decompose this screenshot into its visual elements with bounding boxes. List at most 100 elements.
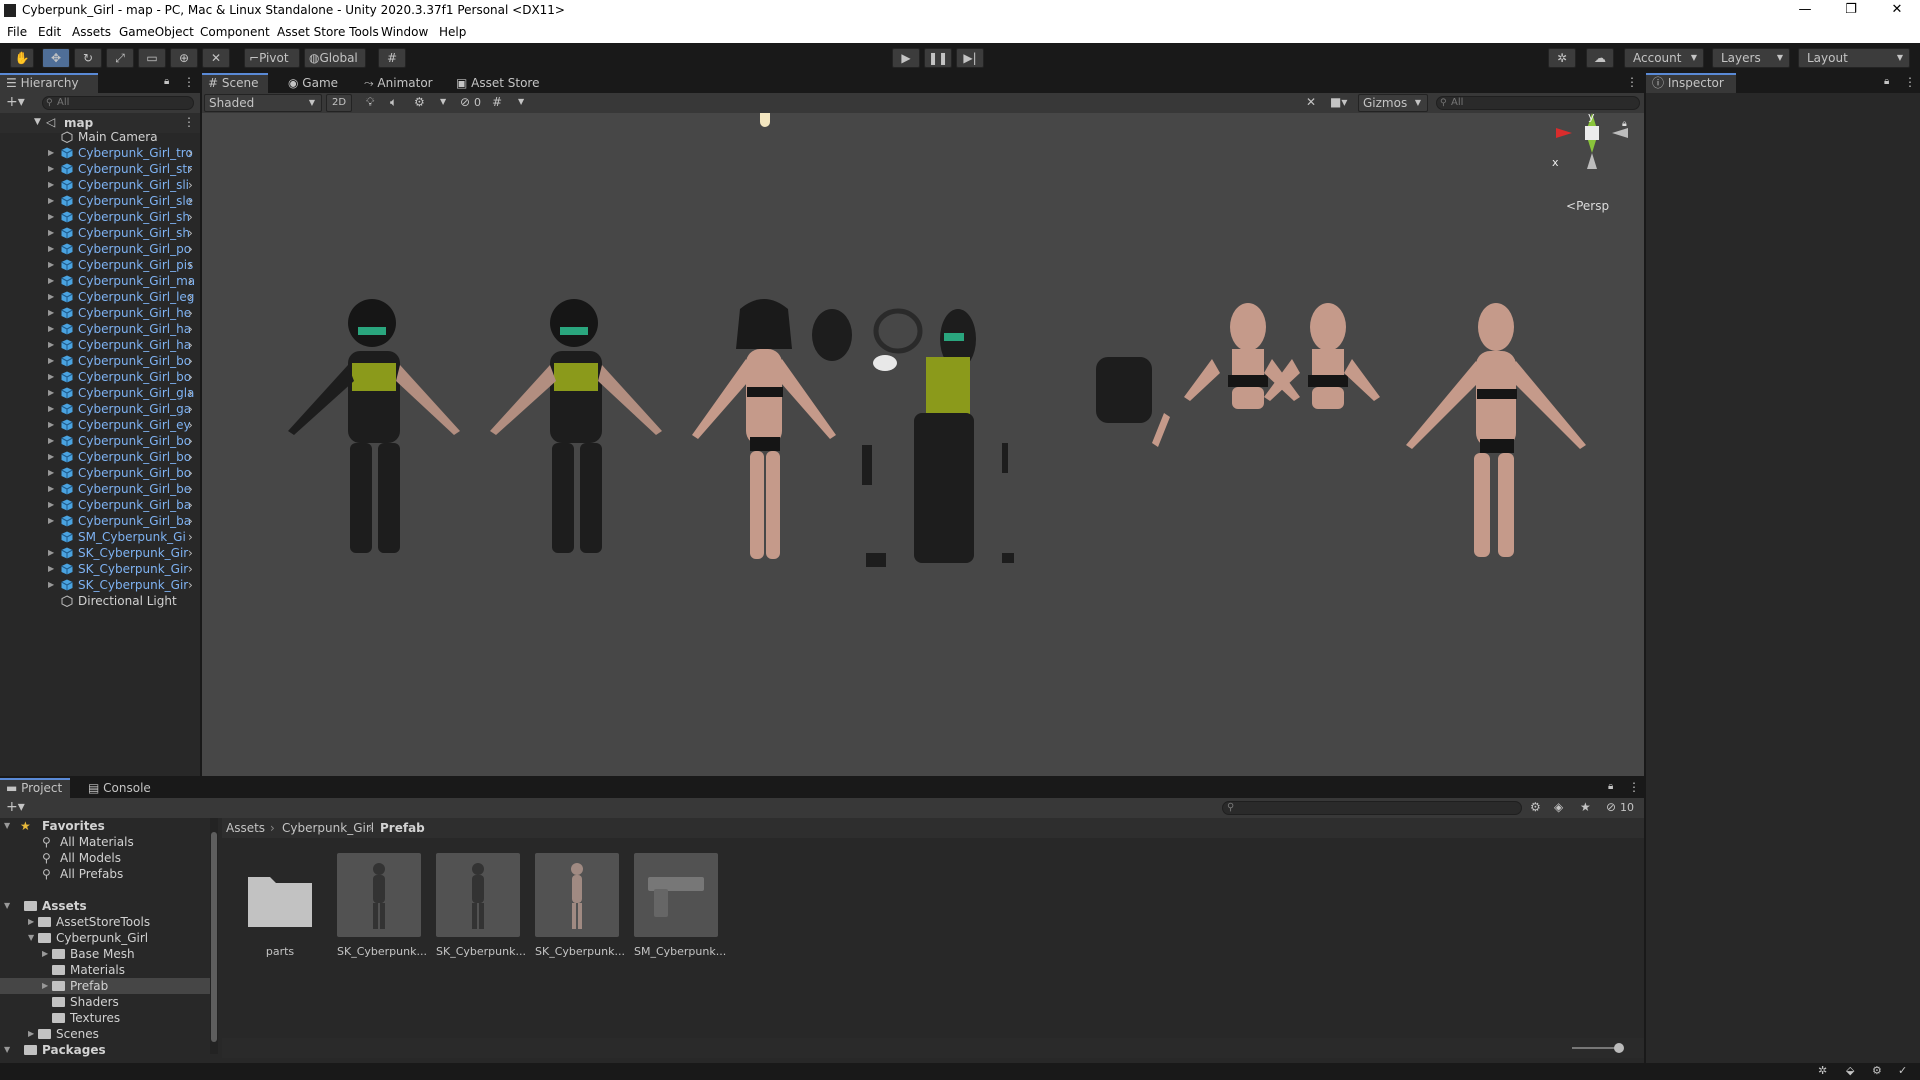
project-tree-item[interactable]: Shaders [0, 994, 210, 1010]
light-gizmo-icon[interactable] [760, 113, 770, 127]
chevron-right-icon[interactable]: › [188, 577, 193, 593]
more-options-icon[interactable]: ⋮ [1628, 780, 1640, 794]
project-tree-item[interactable]: ▶ Base Mesh [0, 946, 210, 962]
pivot-toggle[interactable]: ⌐Pivot [244, 48, 300, 68]
lock-icon[interactable]: 🔒︎ [1608, 781, 1613, 792]
grid-icon[interactable]: # [492, 95, 502, 109]
rect-tool-button[interactable]: ▭ [138, 48, 166, 68]
fold-closed-icon[interactable]: ▶ [48, 497, 54, 513]
fold-closed-icon[interactable]: ▶ [48, 481, 54, 497]
hierarchy-item[interactable]: ▶ Cyberpunk_Girl_bo › [0, 369, 200, 385]
chevron-right-icon[interactable]: › [188, 401, 193, 417]
character-model-2[interactable] [490, 299, 662, 553]
create-add-icon[interactable]: +▾ [6, 799, 25, 815]
fold-closed-icon[interactable]: ▶ [28, 914, 34, 930]
tab-animator[interactable]: ⤳ Animator [358, 73, 439, 93]
account-dropdown[interactable]: Account ▼ [1624, 48, 1704, 68]
asset-prefab-item[interactable]: SK_Cyberpunk... [535, 853, 625, 958]
chevron-right-icon[interactable]: › [188, 385, 193, 401]
menu-edit[interactable]: Edit [38, 25, 61, 39]
maximize-button[interactable]: ❐ [1828, 0, 1874, 22]
fold-open-icon[interactable]: ▼ [34, 117, 41, 127]
backpack-model[interactable] [1096, 357, 1170, 447]
settings-icon[interactable]: ⚙ [1872, 1064, 1882, 1077]
menu-file[interactable]: File [7, 25, 27, 39]
lock-icon[interactable]: 🔒︎ [1622, 119, 1627, 129]
hidden-packages-icon[interactable]: ⊘ [1606, 800, 1616, 814]
gizmos-dropdown[interactable]: Gizmos ▼ [1358, 94, 1428, 112]
create-add-icon[interactable]: +▾ [6, 94, 25, 110]
menu-asset-store-tools[interactable]: Asset Store Tools [277, 25, 379, 39]
grid-snap-button[interactable]: # [378, 48, 406, 68]
hierarchy-item[interactable]: ▶ Cyberpunk_Girl_leg › [0, 289, 200, 305]
chevron-right-icon[interactable]: › [188, 241, 193, 257]
camera-settings-icon[interactable]: ■▾ [1330, 95, 1347, 109]
tools-icon[interactable]: ✕ [1306, 95, 1316, 109]
tab-project[interactable]: ▬ Project [0, 778, 70, 798]
step-button[interactable]: ▶| [956, 48, 984, 68]
hierarchy-item[interactable]: ▶ Cyberpunk_Girl_gla › [0, 385, 200, 401]
fold-closed-icon[interactable]: ▶ [48, 225, 54, 241]
rotate-tool-button[interactable]: ↻ [74, 48, 102, 68]
chevron-right-icon[interactable]: › [188, 337, 193, 353]
fold-closed-icon[interactable]: ▶ [48, 513, 54, 529]
toggle-2d-button[interactable]: 2D [326, 94, 352, 112]
fold-closed-icon[interactable]: ▶ [48, 145, 54, 161]
more-options-icon[interactable]: ⋮ [1904, 75, 1916, 89]
chevron-right-icon[interactable]: › [188, 225, 193, 241]
hierarchy-item[interactable]: ▶ Cyberpunk_Girl_str › [0, 161, 200, 177]
transform-tool-button[interactable]: ⊕ [170, 48, 198, 68]
hierarchy-item[interactable]: Directional Light [0, 593, 200, 609]
hidden-objects-icon[interactable]: ⊘ [460, 95, 470, 109]
minimize-button[interactable]: — [1782, 0, 1828, 22]
fold-open-icon[interactable]: ▼ [4, 818, 10, 834]
fold-closed-icon[interactable]: ▶ [42, 978, 48, 994]
fold-closed-icon[interactable]: ▶ [48, 385, 54, 401]
character-model-1[interactable] [288, 299, 460, 553]
tab-scene[interactable]: # Scene [202, 73, 268, 93]
chevron-right-icon[interactable]: › [188, 561, 193, 577]
scale-tool-button[interactable]: ⤢ [106, 48, 134, 68]
chevron-right-icon[interactable]: › [188, 417, 193, 433]
hierarchy-item[interactable]: ▶ Cyberpunk_Girl_sle › [0, 193, 200, 209]
menu-help[interactable]: Help [439, 25, 466, 39]
project-tree-item[interactable]: ▼ Assets [0, 898, 210, 914]
tab-hierarchy[interactable]: ☰ Hierarchy [0, 73, 98, 93]
project-tree-item[interactable]: ▼ ★ Favorites [0, 818, 210, 834]
hierarchy-item[interactable]: ▶ Cyberpunk_Girl_be › [0, 481, 200, 497]
asset-prefab-item[interactable]: SK_Cyberpunk... [436, 853, 526, 958]
chevron-right-icon[interactable]: › [188, 497, 193, 513]
hierarchy-item[interactable]: SM_Cyberpunk_Gi › [0, 529, 200, 545]
hierarchy-item[interactable]: ▶ Cyberpunk_Girl_bo › [0, 449, 200, 465]
character-model-4[interactable] [1406, 303, 1586, 557]
label-filter-icon[interactable]: ◈ [1554, 800, 1563, 814]
chevron-right-icon[interactable]: › [188, 193, 193, 209]
project-search-input[interactable]: ⚲ [1222, 801, 1522, 815]
chevron-right-icon[interactable]: › [188, 321, 193, 337]
fold-closed-icon[interactable]: ▶ [48, 577, 54, 593]
fold-closed-icon[interactable]: ▶ [48, 433, 54, 449]
project-tree-item[interactable]: ⚲ All Materials [0, 834, 210, 850]
fold-closed-icon[interactable]: ▶ [48, 241, 54, 257]
menu-component[interactable]: Component [200, 25, 270, 39]
project-tree-item[interactable]: ▼ Cyberpunk_Girl [0, 930, 210, 946]
hierarchy-item[interactable]: ▶ Cyberpunk_Girl_ba › [0, 513, 200, 529]
chevron-right-icon[interactable]: › [188, 305, 193, 321]
hierarchy-item[interactable]: ▶ SK_Cyberpunk_Gir › [0, 545, 200, 561]
fold-closed-icon[interactable]: ▶ [48, 369, 54, 385]
slider-handle[interactable] [1614, 1043, 1624, 1053]
chevron-right-icon[interactable]: › [188, 145, 193, 161]
play-button[interactable]: ▶ [892, 48, 920, 68]
asset-folder-parts[interactable]: parts [238, 853, 322, 958]
scene-menu-icon[interactable]: ⋮ [183, 115, 195, 129]
chevron-right-icon[interactable]: › [188, 353, 193, 369]
cloud-button[interactable]: ☁ [1586, 48, 1614, 68]
fold-closed-icon[interactable]: ▶ [48, 289, 54, 305]
scene-search-input[interactable]: ⚲ All [1436, 96, 1640, 110]
breadcrumb-cyberpunk-girl[interactable]: Cyberpunk_Girl [282, 821, 374, 835]
tab-game[interactable]: ◉ Game [282, 73, 344, 93]
chevron-right-icon[interactable]: › [188, 449, 193, 465]
asset-prefab-item[interactable]: SM_Cyberpunk... [634, 853, 726, 958]
fold-closed-icon[interactable]: ▶ [48, 561, 54, 577]
tree-scrollbar[interactable] [210, 818, 218, 1054]
